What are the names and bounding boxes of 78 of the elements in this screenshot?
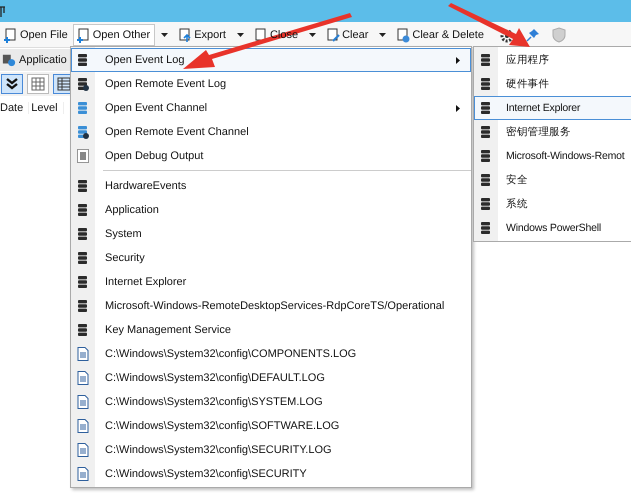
menu-item[interactable]: C:\Windows\System32\config\SECURITY	[71, 462, 471, 486]
pin-icon[interactable]	[524, 26, 541, 42]
toolbar-button[interactable]: Clear & Delete	[392, 24, 489, 46]
caret-icon	[309, 32, 316, 36]
double-chevron-icon	[5, 77, 19, 91]
caret-icon	[236, 32, 244, 36]
database-icon	[480, 197, 492, 211]
database-icon	[480, 125, 492, 139]
menu-item[interactable]: Open Remote Event Channel	[71, 120, 471, 144]
grid-view-button[interactable]	[27, 74, 49, 94]
app-icon	[0, 5, 6, 17]
database-icon	[480, 53, 492, 67]
document-icon	[77, 347, 89, 361]
menu-item[interactable]: Security	[71, 246, 471, 270]
menu-item[interactable]: C:\Windows\System32\config\SOFTWARE.LOG	[71, 414, 471, 438]
database-icon	[77, 275, 89, 289]
menu-item[interactable]: System	[71, 222, 471, 246]
menu-item[interactable]: Key Management Service	[71, 318, 471, 342]
database-icon	[480, 101, 492, 115]
menu-item[interactable]: Open Event Log	[71, 48, 471, 72]
document-icon	[77, 371, 89, 385]
document-icon	[77, 443, 89, 457]
menu-item[interactable]: 密钥管理服务	[474, 120, 631, 144]
database-icon	[480, 77, 492, 91]
database-icon	[77, 203, 89, 217]
menu-item[interactable]: Open Remote Event Log	[71, 72, 471, 96]
menu-item[interactable]: HardwareEvents	[71, 174, 471, 198]
database-icon	[77, 53, 89, 67]
column-header[interactable]: Date	[0, 102, 30, 114]
database-icon	[77, 227, 89, 241]
menu-item[interactable]: Microsoft-Windows-RemoteDesktopServices-RdpCoreTS/Operational	[71, 294, 471, 318]
menu-item[interactable]: C:\Windows\System32\config\COMPONENTS.LOG	[71, 342, 471, 366]
database-icon	[77, 251, 89, 265]
database-icon	[480, 149, 492, 163]
log-tab[interactable]: Applicatio	[0, 49, 70, 71]
menu-item[interactable]: Microsoft-Windows-Remot	[474, 144, 631, 168]
expand-view-button[interactable]	[1, 74, 23, 94]
grid-icon	[31, 77, 45, 91]
caret-icon	[379, 32, 386, 36]
page-icon	[252, 26, 268, 42]
database-icon	[77, 125, 89, 139]
toolbar-button[interactable]: Export	[174, 24, 231, 46]
menu-item[interactable]: Windows PowerShell	[474, 216, 631, 240]
menu-item[interactable]: 系统	[474, 192, 631, 216]
caret-icon	[161, 32, 168, 36]
database-icon	[77, 101, 89, 115]
database-icon	[480, 173, 492, 187]
menu-item[interactable]: C:\Windows\System32\config\SYSTEM.LOG	[71, 390, 471, 414]
menu-item[interactable]: 应用程序	[474, 48, 631, 72]
menu-item[interactable]: Open Debug Output	[71, 144, 471, 168]
menu-item[interactable]: Application	[71, 198, 471, 222]
menu-item[interactable]: C:\Windows\System32\config\SECURITY.LOG	[71, 438, 471, 462]
toolbar-button[interactable]: Open Other	[72, 24, 156, 46]
menu-item[interactable]: C:\Windows\System32\config\DEFAULT.LOG	[71, 366, 471, 390]
log-icon	[2, 53, 16, 67]
menu-item[interactable]: 安全	[474, 168, 631, 192]
delete-icon	[395, 26, 410, 42]
database-icon	[77, 179, 89, 193]
database-icon	[77, 299, 89, 313]
open-file-icon	[76, 26, 91, 42]
document-icon	[77, 395, 89, 409]
toolbar-button[interactable]: Clear	[322, 24, 374, 46]
database-icon	[480, 221, 492, 235]
menu-item[interactable]: 硬件事件	[474, 72, 631, 96]
toolbar-button[interactable]: Open File	[0, 24, 73, 46]
menu-item[interactable]: Internet Explorer	[474, 96, 631, 120]
document-icon	[77, 419, 89, 433]
clear-icon	[325, 26, 340, 42]
dotted-grid-icon	[77, 149, 89, 163]
table-icon	[57, 77, 71, 91]
database-icon	[77, 77, 89, 91]
export-icon	[177, 26, 192, 42]
menu-item[interactable]: Internet Explorer	[71, 270, 471, 294]
column-header[interactable]: Level	[29, 102, 64, 114]
menu-item[interactable]: Open Event Channel	[71, 96, 471, 120]
database-icon	[77, 323, 89, 337]
document-icon	[77, 467, 89, 481]
open-file-icon	[3, 26, 18, 42]
